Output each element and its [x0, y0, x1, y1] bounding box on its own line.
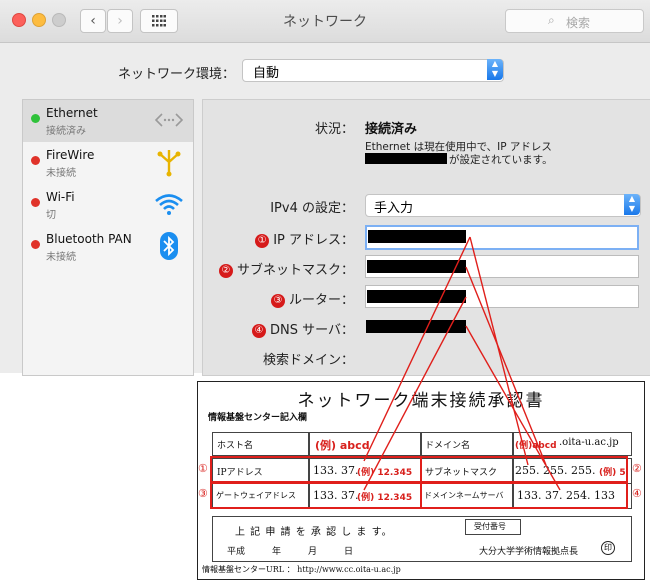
connector-subnet [465, 266, 547, 466]
connector-ip-2 [469, 236, 529, 466]
connector-ip [363, 236, 471, 462]
annotation-lines [363, 236, 561, 491]
connector-dns [465, 325, 561, 491]
connector-router [363, 296, 467, 491]
